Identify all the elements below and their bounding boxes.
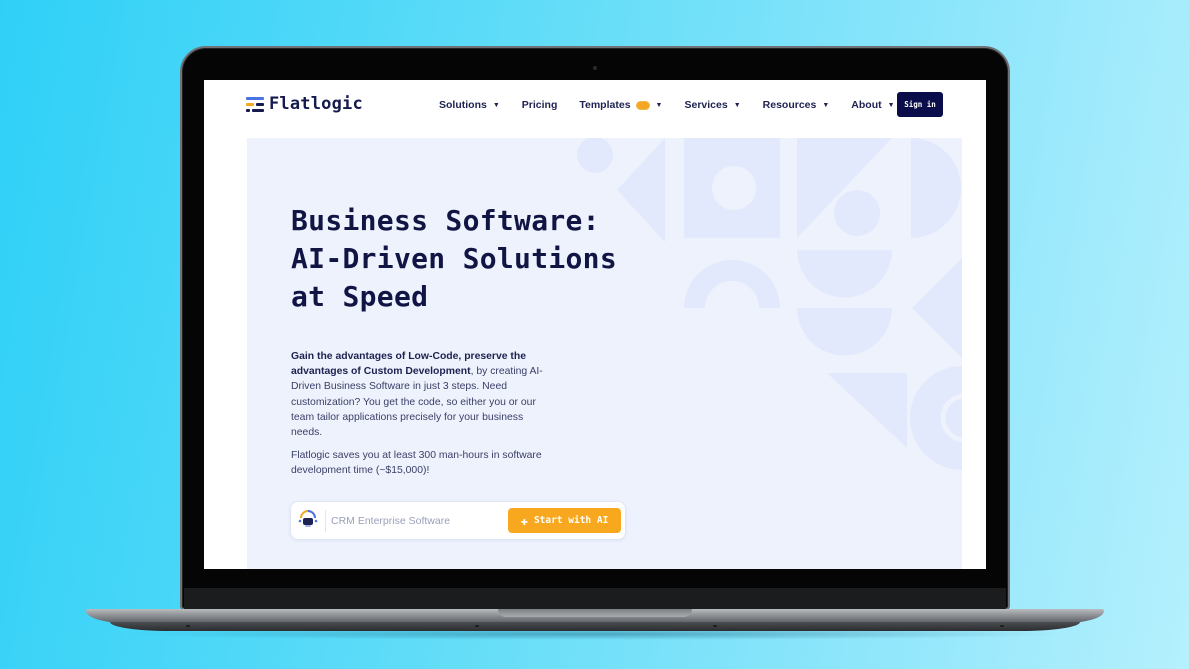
project-description-input[interactable]	[331, 511, 501, 531]
nav-item-about[interactable]: About ▼	[851, 99, 894, 111]
caret-down-icon: ▼	[492, 101, 500, 109]
caret-down-icon: ▼	[822, 101, 830, 109]
caret-down-icon: ▼	[887, 101, 895, 109]
decor-ring	[910, 366, 962, 470]
decor-half-circle	[911, 138, 961, 238]
flatlogic-logo-icon	[246, 96, 264, 112]
decor-corner-shape	[827, 373, 907, 448]
templates-badge	[635, 100, 650, 110]
nav-item-services[interactable]: Services ▼	[684, 99, 740, 111]
caret-down-icon: ▼	[655, 101, 663, 109]
decor-side-triangle	[912, 258, 962, 358]
decor-small-circle	[834, 190, 880, 236]
site-header: Flatlogic Solutions ▼ Pricing Templates …	[204, 80, 986, 130]
hero-title: Business Software: AI-Driven Solutions a…	[291, 202, 651, 316]
ai-robot-icon	[298, 510, 318, 527]
hero-title-line: at Speed	[291, 280, 429, 313]
nav-label: Pricing	[521, 99, 558, 111]
ai-prompt-box: ✚ Start with AI	[290, 501, 626, 540]
hero-description: Gain the advantages of Low-Code, preserv…	[291, 349, 551, 440]
laptop-hinge-notch	[498, 609, 692, 617]
laptop-screen: Flatlogic Solutions ▼ Pricing Templates …	[204, 80, 986, 569]
nav-label: Templates	[579, 99, 631, 111]
brand-name: Flatlogic	[269, 94, 363, 114]
nav-label: Solutions	[439, 99, 487, 111]
laptop-bezel-chin	[184, 588, 1006, 610]
nav-item-resources[interactable]: Resources ▼	[763, 99, 830, 111]
nav-label: About	[851, 99, 882, 111]
decor-half-disc	[797, 308, 892, 356]
prompt-divider	[325, 510, 326, 532]
savings-text: Flatlogic saves you at least 300 man-hou…	[291, 450, 542, 477]
caret-down-icon: ▼	[733, 101, 741, 109]
decor-circle	[577, 138, 613, 173]
start-with-ai-label: Start with AI	[533, 515, 609, 526]
laptop-foot	[713, 625, 717, 627]
laptop-foot	[475, 625, 479, 627]
hero-title-line: AI-Driven Solutions	[291, 242, 617, 275]
laptop-foot	[1000, 625, 1004, 627]
laptop-foot	[186, 625, 190, 627]
decor-cup	[797, 250, 892, 298]
start-with-ai-button[interactable]: ✚ Start with AI	[508, 508, 621, 533]
nav-item-templates[interactable]: Templates ▼	[579, 99, 662, 111]
webcam	[593, 66, 597, 70]
plus-icon: ✚	[520, 513, 528, 528]
brand-logo[interactable]: Flatlogic	[246, 94, 363, 114]
nav-item-solutions[interactable]: Solutions ▼	[439, 99, 500, 111]
main-nav: Solutions ▼ Pricing Templates ▼ Services…	[439, 80, 917, 130]
nav-item-pricing[interactable]: Pricing	[522, 99, 558, 111]
hero-section: Business Software: AI-Driven Solutions a…	[247, 138, 962, 569]
nav-label: Services	[684, 99, 728, 111]
nav-label: Resources	[762, 99, 817, 111]
sign-in-button[interactable]: Sign in	[897, 92, 943, 117]
decor-arch	[684, 260, 780, 308]
hero-title-line: Business Software:	[291, 204, 600, 237]
laptop-base-bottom	[110, 622, 1080, 631]
